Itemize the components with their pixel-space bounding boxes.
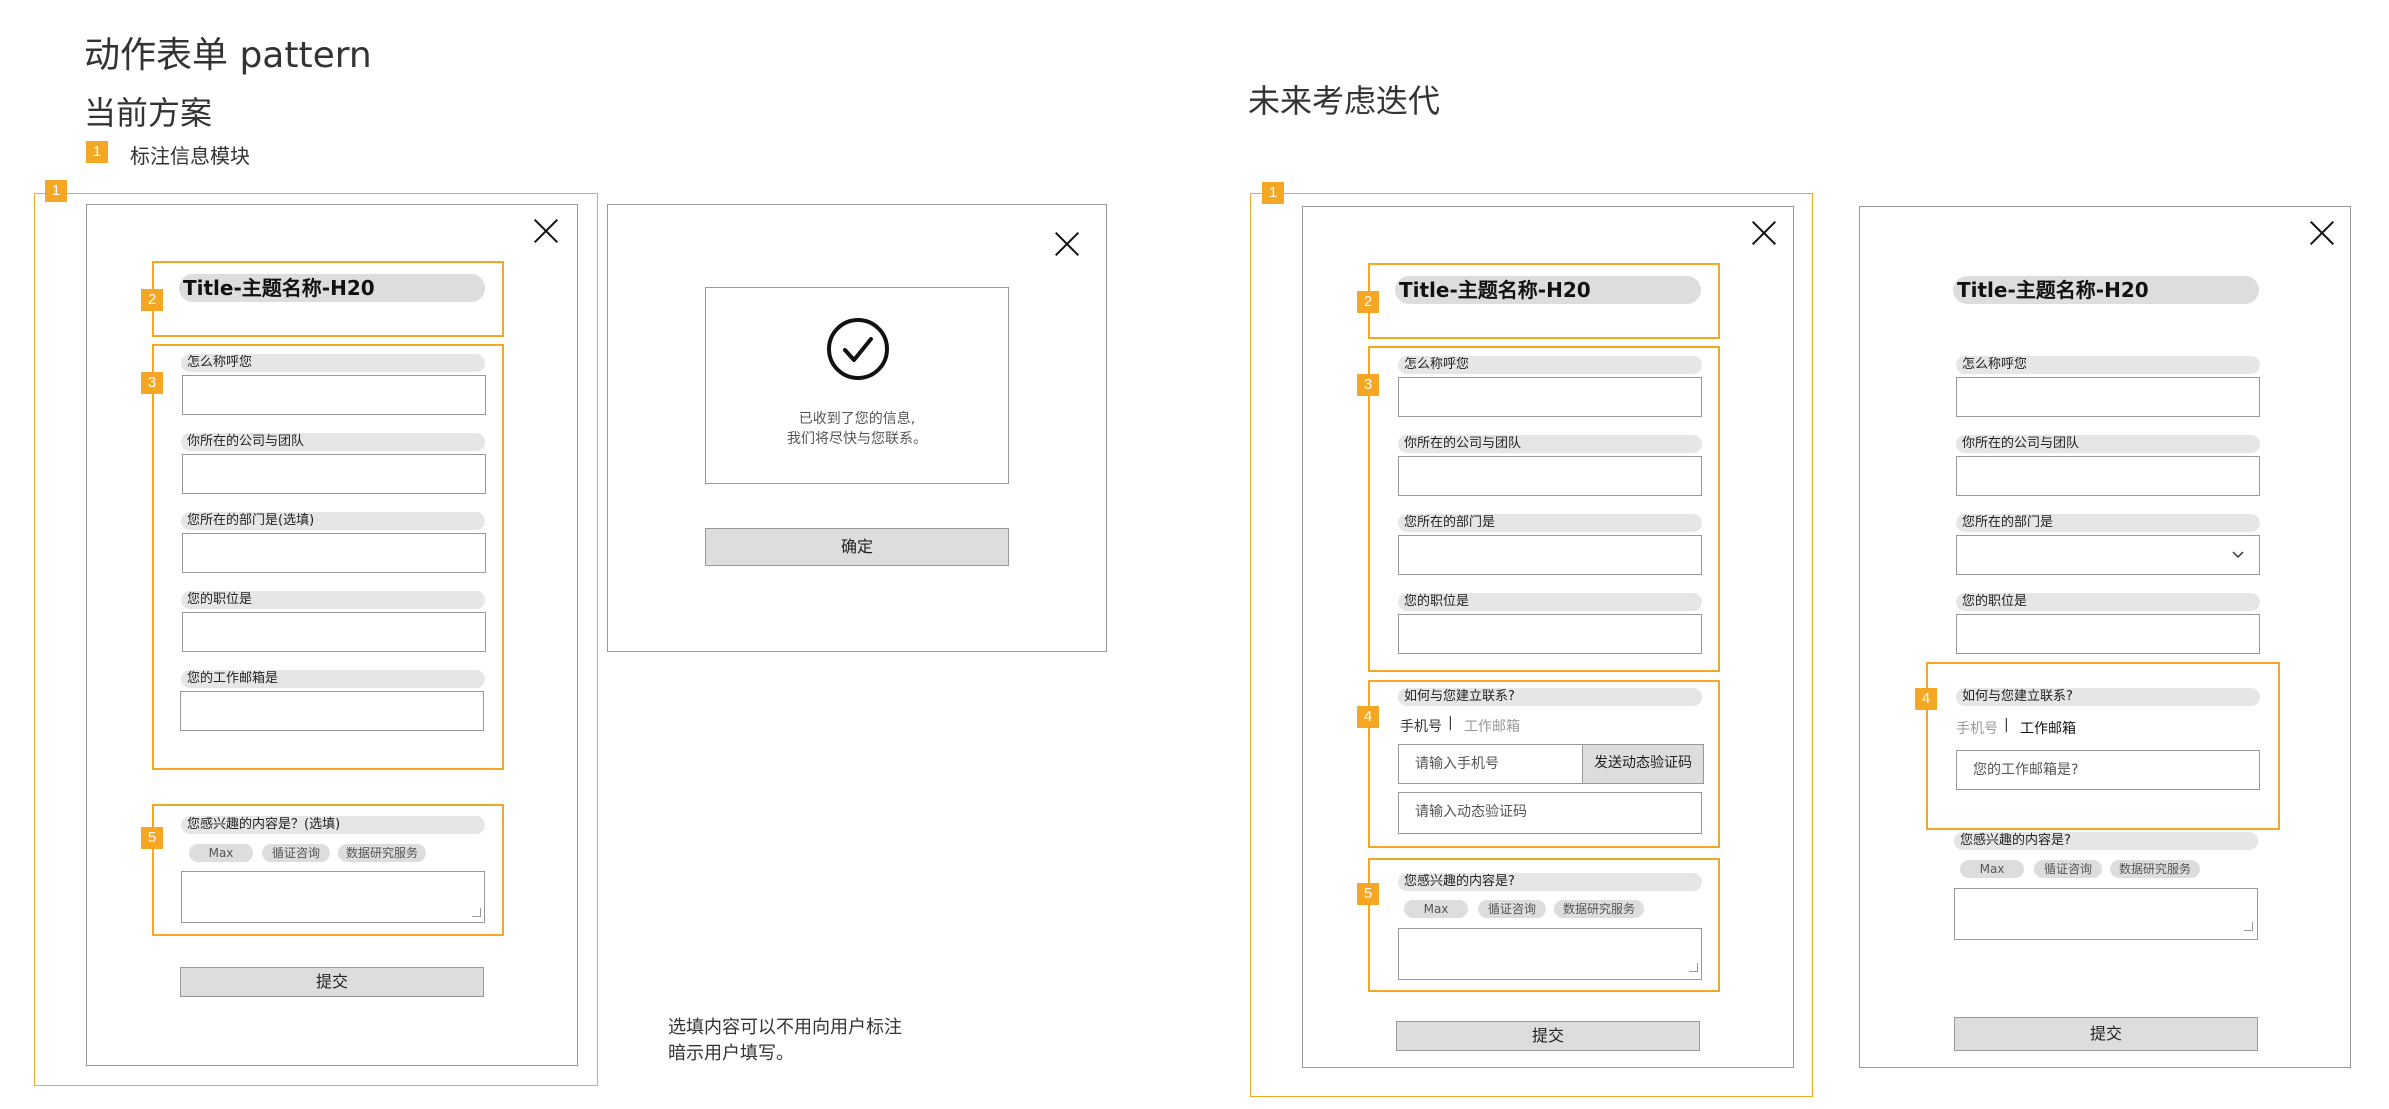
position-input[interactable] [1398, 614, 1702, 654]
tag-max[interactable]: Max [1404, 900, 1468, 918]
annotation-badge-5: 5 [1357, 883, 1379, 905]
name-input[interactable] [1398, 377, 1702, 417]
current-plan-heading: 当前方案 [84, 94, 213, 132]
contact-label: 如何与您建立联系? [1398, 688, 1702, 706]
phone-input[interactable]: 请输入手机号 [1398, 744, 1584, 784]
check-circle-icon [827, 318, 889, 380]
resize-handle-icon[interactable] [1689, 963, 1698, 972]
submit-button[interactable]: 提交 [180, 967, 484, 997]
annotation-badge-4: 4 [1357, 706, 1379, 728]
close-icon[interactable] [533, 218, 559, 244]
tab-phone[interactable]: 手机号 [1956, 718, 1998, 738]
name-label: 怎么称呼您 [1398, 356, 1702, 374]
company-input[interactable] [1956, 456, 2260, 496]
department-label: 您所在的部门是(选填) [181, 512, 485, 530]
form-title: Title-主题名称-H20 [1953, 276, 2259, 304]
interest-label: 您感兴趣的内容是？(选填) [181, 816, 485, 834]
note-line1: 选填内容可以不用向用户标注 [668, 1017, 902, 1038]
tag-max[interactable]: Max [189, 844, 253, 862]
position-label: 您的职位是 [181, 591, 485, 609]
email-input[interactable]: 您的工作邮箱是? [1956, 750, 2260, 790]
success-message-line2: 我们将尽快与您联系。 [787, 431, 927, 447]
name-input[interactable] [182, 375, 486, 415]
name-label: 怎么称呼您 [1956, 356, 2260, 374]
company-label: 你所在的公司与团队 [1956, 435, 2260, 453]
tab-separator: | [2004, 717, 2009, 733]
tag-data-research[interactable]: 数据研究服务 [338, 844, 426, 862]
company-label: 你所在的公司与团队 [1398, 435, 1702, 453]
tab-phone[interactable]: 手机号 [1400, 716, 1442, 736]
confirm-button[interactable]: 确定 [705, 528, 1009, 566]
annotation-badge-4: 4 [1915, 688, 1937, 710]
close-icon[interactable] [1751, 220, 1777, 246]
company-input[interactable] [1398, 456, 1702, 496]
tag-evidence-consulting[interactable]: 循证咨询 [262, 844, 330, 862]
position-input[interactable] [1956, 614, 2260, 654]
resize-handle-icon[interactable] [2244, 922, 2253, 931]
interest-textarea[interactable] [1954, 888, 2258, 940]
send-code-button[interactable]: 发送动态验证码 [1582, 744, 1704, 784]
submit-button[interactable]: 提交 [1954, 1017, 2258, 1051]
code-input[interactable]: 请输入动态验证码 [1398, 792, 1702, 834]
annotation-badge-3: 3 [141, 372, 163, 394]
legend-label: 标注信息模块 [130, 144, 250, 168]
note-line2: 暗示用户填写。 [668, 1043, 794, 1064]
position-label: 您的职位是 [1956, 593, 2260, 611]
annotation-badge-2: 2 [1357, 291, 1379, 313]
company-label: 你所在的公司与团队 [181, 433, 485, 451]
legend-badge: 1 [86, 141, 108, 163]
future-plan-heading: 未来考虑迭代 [1248, 82, 1441, 120]
name-label: 怎么称呼您 [181, 354, 485, 372]
submit-button[interactable]: 提交 [1396, 1021, 1700, 1051]
chevron-down-icon[interactable] [2232, 550, 2244, 560]
tab-email[interactable]: 工作邮箱 [2020, 718, 2076, 738]
interest-label: 您感兴趣的内容是? [1398, 873, 1702, 891]
tag-data-research[interactable]: 数据研究服务 [1554, 900, 1644, 918]
email-label: 您的工作邮箱是 [181, 670, 485, 688]
form-title: Title-主题名称-H20 [179, 274, 485, 302]
annotation-badge-1: 1 [45, 180, 67, 202]
tag-data-research[interactable]: 数据研究服务 [2110, 860, 2200, 878]
success-message-line1: 已收到了您的信息, [798, 411, 916, 427]
contact-label: 如何与您建立联系? [1956, 688, 2260, 706]
tag-evidence-consulting[interactable]: 循证咨询 [1478, 900, 1546, 918]
interest-textarea[interactable] [1398, 928, 1702, 980]
position-label: 您的职位是 [1398, 593, 1702, 611]
form-title: Title-主题名称-H20 [1395, 276, 1701, 304]
tab-email[interactable]: 工作邮箱 [1464, 716, 1520, 736]
tag-evidence-consulting[interactable]: 循证咨询 [2034, 860, 2102, 878]
name-input[interactable] [1956, 377, 2260, 417]
close-icon[interactable] [1054, 231, 1080, 257]
annotation-badge-1: 1 [1262, 182, 1284, 204]
annotation-badge-2: 2 [141, 289, 163, 311]
interest-textarea[interactable] [181, 871, 485, 923]
email-input[interactable] [180, 691, 484, 731]
company-input[interactable] [182, 454, 486, 494]
tag-max[interactable]: Max [1960, 860, 2024, 878]
department-label: 您所在的部门是 [1956, 514, 2260, 532]
annotation-badge-5: 5 [141, 827, 163, 849]
department-label: 您所在的部门是 [1398, 514, 1702, 532]
department-select[interactable] [1956, 535, 2260, 575]
interest-label: 您感兴趣的内容是? [1954, 832, 2258, 850]
resize-handle-icon[interactable] [472, 908, 481, 917]
annotation-badge-3: 3 [1357, 374, 1379, 396]
department-input[interactable] [1398, 535, 1702, 575]
close-icon[interactable] [2309, 220, 2335, 246]
tab-separator: | [1448, 715, 1453, 731]
position-input[interactable] [182, 612, 486, 652]
department-input[interactable] [182, 533, 486, 573]
page-title: 动作表单 pattern [84, 35, 372, 76]
